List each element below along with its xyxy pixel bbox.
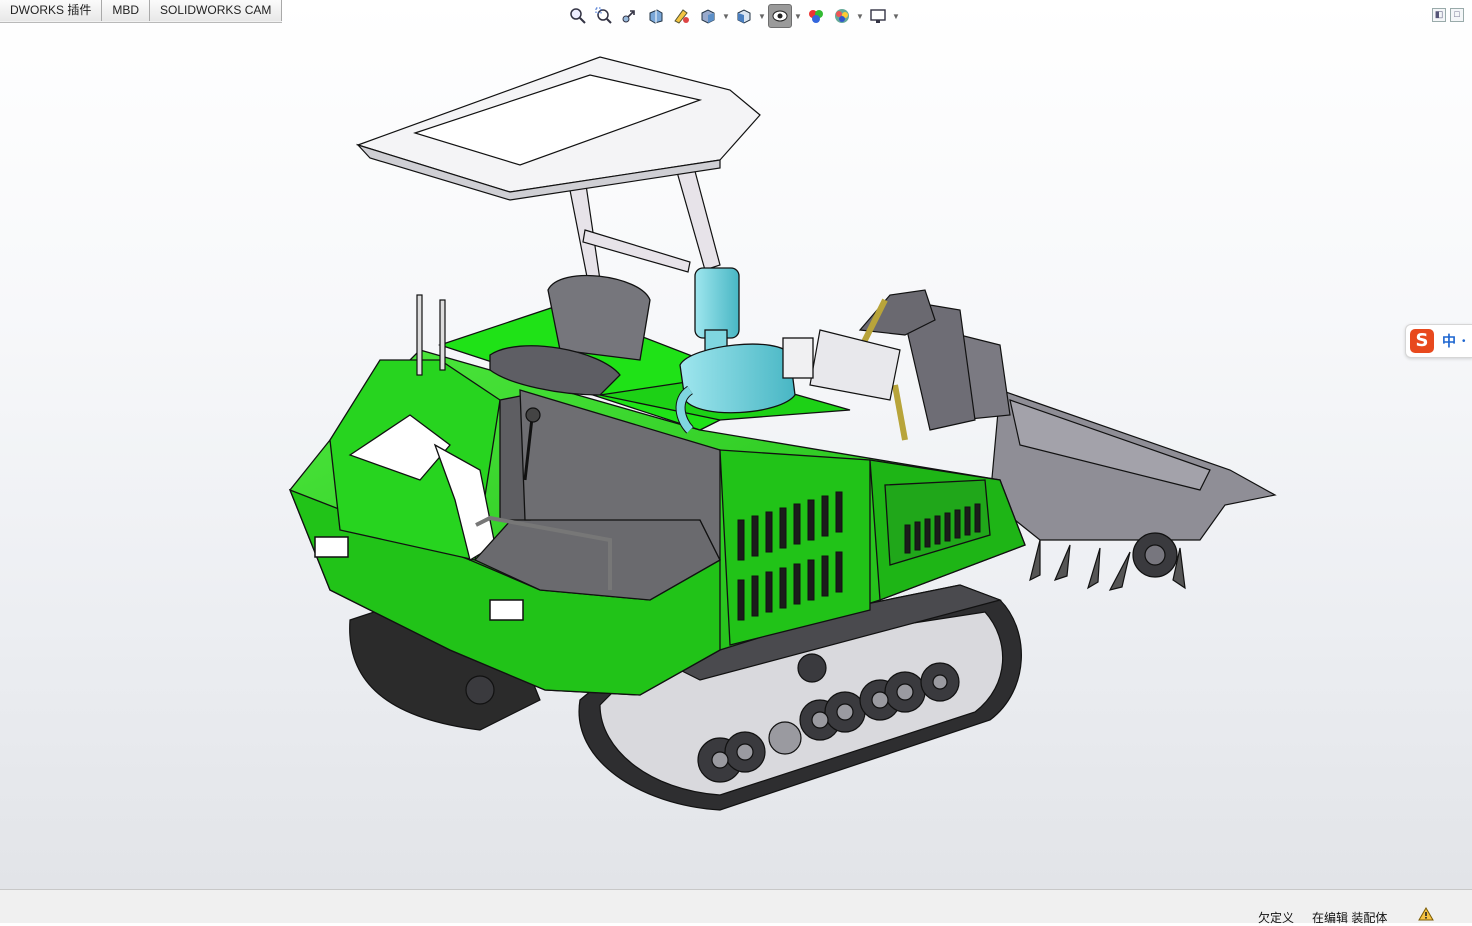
tractor-assembly-model[interactable] [0, 0, 1472, 889]
heads-up-view-toolbar: ▼ ▼ ▼ ▼ ▼ [566, 3, 900, 29]
sogou-logo-icon: S [1410, 329, 1434, 353]
tab-dworks-plugins[interactable]: DWORKS 插件 [0, 0, 103, 21]
apply-scene-dropdown-icon[interactable]: ▼ [856, 4, 864, 28]
status-bar: 欠定义 在编辑 装配体 [0, 889, 1472, 925]
zoom-to-fit-icon[interactable] [566, 4, 590, 28]
apply-scene-icon[interactable] [830, 4, 854, 28]
restore-window-icon[interactable]: ◧ [1432, 8, 1446, 22]
edit-appearance-icon[interactable] [804, 4, 828, 28]
view-settings-dropdown-icon[interactable]: ▼ [892, 4, 900, 28]
ime-punctuation-icon[interactable]: • [1462, 336, 1466, 347]
command-manager-tabs: DWORKS 插件 MBD SOLIDWORKS CAM [0, 0, 283, 23]
previous-view-icon[interactable] [618, 4, 642, 28]
view-settings-icon[interactable] [866, 4, 890, 28]
rebuild-status-icon[interactable] [1418, 907, 1434, 924]
display-style-dropdown-icon[interactable]: ▼ [758, 4, 766, 28]
view-orientation-dropdown-icon[interactable]: ▼ [722, 4, 730, 28]
dynamic-annotation-view-icon[interactable] [670, 4, 694, 28]
ime-toolbar[interactable]: S 中 • [1405, 324, 1472, 358]
graphics-viewport[interactable]: DWORKS 插件 MBD SOLIDWORKS CAM ▼ ▼ ▼ ▼ ▼ ◧… [0, 0, 1472, 889]
maximize-window-icon[interactable]: □ [1450, 8, 1464, 22]
tab-solidworks-cam[interactable]: SOLIDWORKS CAM [150, 0, 283, 21]
section-view-icon[interactable] [644, 4, 668, 28]
ime-mode-label[interactable]: 中 [1442, 331, 1456, 351]
hide-show-items-dropdown-icon[interactable]: ▼ [794, 4, 802, 28]
status-editing-assembly: 在编辑 装配体 [1312, 911, 1388, 925]
viewport-window-controls: ◧ □ [1432, 8, 1464, 22]
status-underdefined: 欠定义 [1258, 911, 1295, 925]
tab-mbd[interactable]: MBD [102, 0, 151, 21]
hide-show-items-icon[interactable] [768, 4, 792, 28]
canopy-roof [356, 56, 761, 201]
display-style-icon[interactable] [732, 4, 756, 28]
view-orientation-icon[interactable] [696, 4, 720, 28]
zoom-to-area-icon[interactable] [592, 4, 616, 28]
